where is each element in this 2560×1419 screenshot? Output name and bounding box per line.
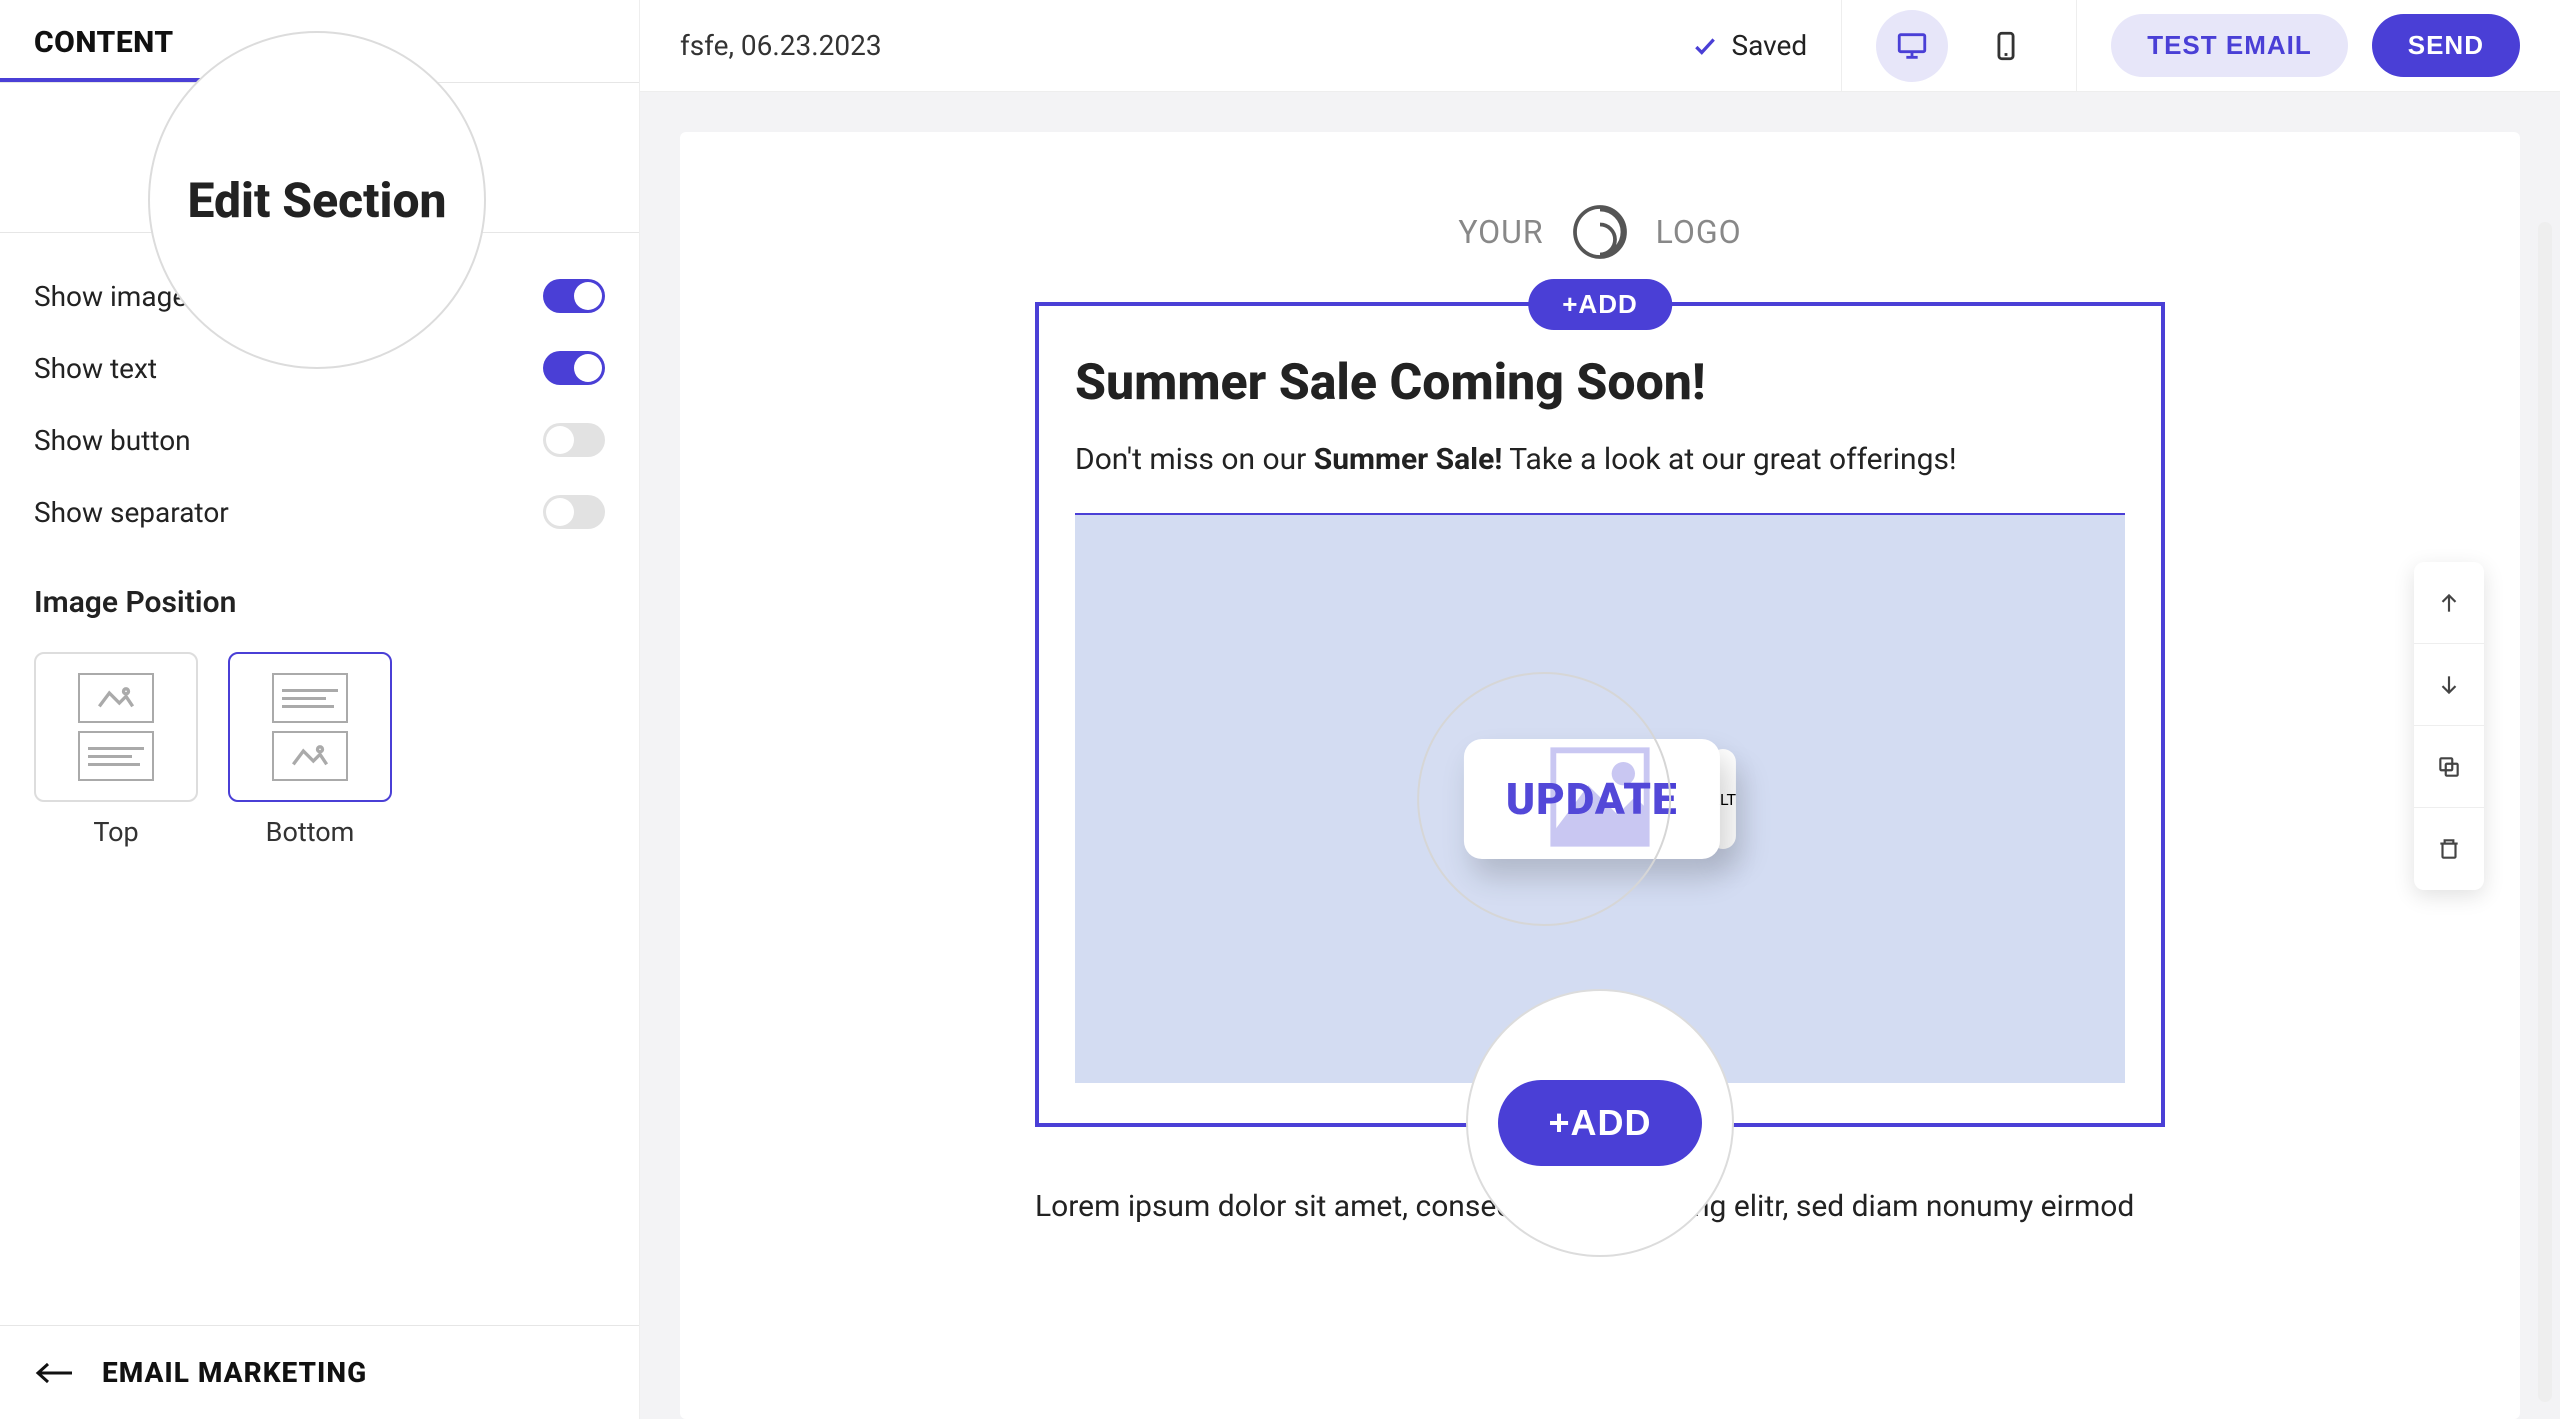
image-thumb-icon <box>272 731 348 781</box>
text-lines-icon <box>78 731 154 781</box>
text-lines-icon <box>272 673 348 723</box>
toggle-show-text[interactable] <box>543 351 605 385</box>
move-section-down-button[interactable] <box>2414 644 2484 726</box>
section-body[interactable]: Don't miss on our Summer Sale! Take a lo… <box>1075 442 2125 477</box>
add-section-bottom-highlight: +ADD <box>1466 989 1734 1257</box>
update-highlight <box>1417 672 1671 926</box>
mobile-icon <box>1989 29 2023 63</box>
logo-text-right: LOGO <box>1656 213 1742 251</box>
body-post: Take a look at our great offerings! <box>1502 442 1956 477</box>
toggle-label-show-text: Show text <box>34 352 157 385</box>
divider <box>2076 0 2077 92</box>
device-desktop-button[interactable] <box>1876 10 1948 82</box>
check-icon <box>1692 33 1718 59</box>
body-pre: Don't miss on our <box>1075 442 1314 477</box>
desktop-icon <box>1895 29 1929 63</box>
arrow-up-icon <box>2436 590 2462 616</box>
logo-placeholder[interactable]: YOUR LOGO <box>680 202 2520 262</box>
document-name[interactable]: fsfe, 06.23.2023 <box>680 29 1668 62</box>
saved-label: Saved <box>1732 29 1808 62</box>
back-to-email-marketing[interactable]: EMAIL MARKETING <box>0 1325 639 1419</box>
device-mobile-button[interactable] <box>1970 10 2042 82</box>
arrow-down-icon <box>2436 672 2462 698</box>
email-canvas: YOUR LOGO +ADD Summer Sale Coming Soon! … <box>680 132 2520 1419</box>
tab-label: CONTENT <box>34 25 174 60</box>
toggle-show-image[interactable] <box>543 279 605 313</box>
toggle-label-show-image: Show image <box>34 280 187 313</box>
image-position-label: Image Position <box>34 585 605 620</box>
tab-content[interactable]: CONTENT <box>0 0 208 82</box>
sidebar: CONTENT Edit Section Show image Show tex… <box>0 0 640 1419</box>
add-section-bottom-button[interactable]: +ADD <box>1498 1080 1701 1166</box>
move-section-up-button[interactable] <box>2414 562 2484 644</box>
body-bold: Summer Sale! <box>1314 442 1503 477</box>
divider <box>1841 0 1842 92</box>
image-position-top-label: Top <box>93 816 138 848</box>
image-position-top[interactable] <box>34 652 198 802</box>
toggle-show-button[interactable] <box>543 423 605 457</box>
topbar: fsfe, 06.23.2023 Saved TEST EMAIL SEND <box>640 0 2560 92</box>
toggle-show-separator[interactable] <box>543 495 605 529</box>
add-section-top-button[interactable]: +ADD <box>1528 279 1672 330</box>
save-status: Saved <box>1692 29 1808 62</box>
copy-icon <box>2436 754 2462 780</box>
image-thumb-icon <box>78 673 154 723</box>
image-position-bottom[interactable] <box>228 652 392 802</box>
section-title: Edit Section <box>188 172 447 229</box>
image-position-bottom-label: Bottom <box>266 816 355 848</box>
send-button[interactable]: SEND <box>2372 14 2520 77</box>
main: fsfe, 06.23.2023 Saved TEST EMAIL SEND <box>640 0 2560 1419</box>
section-heading[interactable]: Summer Sale Coming Soon! <box>1075 354 2125 412</box>
delete-section-button[interactable] <box>2414 808 2484 890</box>
arrow-left-icon <box>34 1359 74 1387</box>
logo-swirl-icon <box>1570 202 1630 262</box>
section-tools <box>2414 562 2484 890</box>
test-email-button[interactable]: TEST EMAIL <box>2111 14 2348 77</box>
edit-section-highlight: Edit Section <box>148 31 486 369</box>
email-section[interactable]: +ADD Summer Sale Coming Soon! Don't miss… <box>1035 302 2165 1127</box>
toggle-label-show-button: Show button <box>34 424 191 457</box>
trash-icon <box>2436 836 2462 862</box>
logo-text-left: YOUR <box>1458 213 1543 251</box>
duplicate-section-button[interactable] <box>2414 726 2484 808</box>
footer-label: EMAIL MARKETING <box>102 1356 367 1389</box>
scrollbar[interactable] <box>2538 222 2552 1402</box>
toggle-label-show-separator: Show separator <box>34 496 229 529</box>
